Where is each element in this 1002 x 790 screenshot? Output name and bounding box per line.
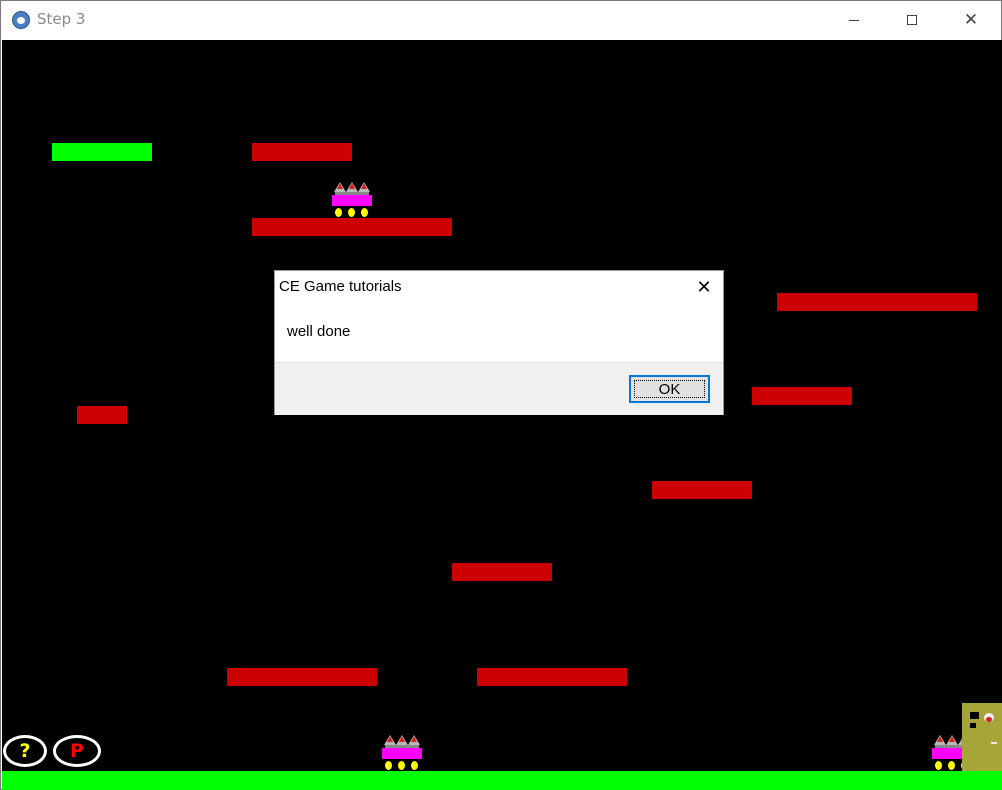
game-canvas[interactable]: ? P bbox=[2, 40, 1002, 790]
window-title: Step 3 bbox=[37, 10, 86, 28]
ground-floor bbox=[2, 771, 1002, 790]
game-window: Step 3 ✕ ? P CE Game tutorials ✕ well do… bbox=[0, 0, 1002, 790]
platform bbox=[227, 668, 377, 686]
maximize-button[interactable] bbox=[883, 1, 941, 39]
help-label: ? bbox=[19, 740, 31, 762]
enemy-tank bbox=[332, 182, 372, 218]
platform bbox=[777, 293, 977, 311]
platform bbox=[252, 143, 352, 161]
app-icon bbox=[12, 11, 30, 29]
minimize-icon bbox=[849, 19, 859, 21]
ok-label: OK bbox=[658, 380, 681, 398]
close-button[interactable]: ✕ bbox=[942, 1, 1000, 39]
maximize-icon bbox=[907, 15, 917, 25]
platform bbox=[752, 387, 852, 405]
title-bar[interactable]: Step 3 ✕ bbox=[1, 1, 1001, 39]
dialog-close-button[interactable]: ✕ bbox=[685, 273, 723, 301]
platform bbox=[477, 668, 627, 686]
platform bbox=[652, 481, 752, 499]
message-dialog: CE Game tutorials ✕ well done OK bbox=[274, 270, 724, 415]
dialog-title: CE Game tutorials bbox=[279, 278, 402, 295]
player-character bbox=[962, 703, 1002, 771]
enemy-tank bbox=[382, 735, 422, 771]
platform bbox=[452, 563, 552, 581]
dialog-footer: OK bbox=[275, 362, 723, 415]
minimize-button[interactable] bbox=[825, 1, 883, 39]
help-button[interactable]: ? bbox=[3, 735, 47, 767]
goal-platform bbox=[52, 143, 152, 161]
dialog-message: well done bbox=[287, 323, 351, 340]
ok-button[interactable]: OK bbox=[629, 375, 710, 403]
close-icon: ✕ bbox=[963, 9, 979, 30]
pause-button[interactable]: P bbox=[53, 735, 101, 767]
platform bbox=[252, 218, 452, 236]
pause-label: P bbox=[70, 740, 84, 762]
platform bbox=[77, 406, 127, 424]
close-icon: ✕ bbox=[696, 276, 712, 298]
